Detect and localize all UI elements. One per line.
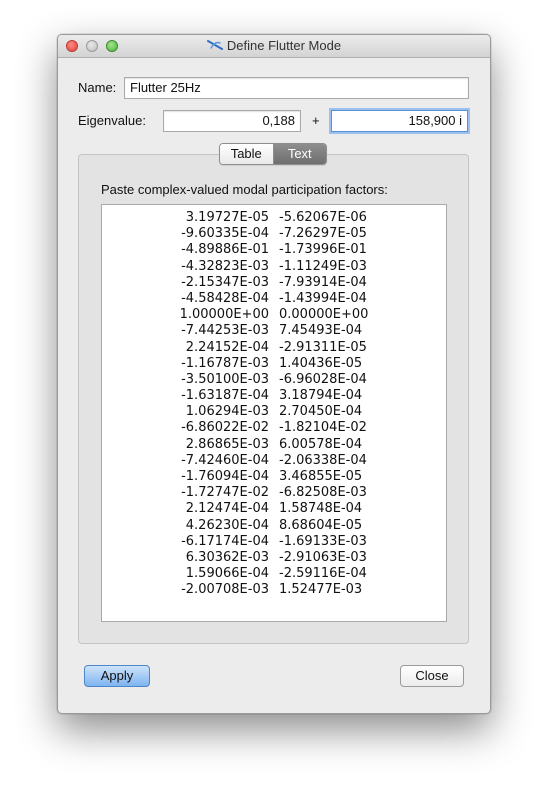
factor-real: -4.32823E-03 bbox=[181, 258, 269, 274]
factor-row: 6.30362E-03 -2.91063E-03 bbox=[102, 550, 446, 566]
factor-imag: 2.70450E-04 bbox=[279, 404, 363, 420]
eigenvalue-imag-field[interactable]: 158,900 i bbox=[331, 110, 468, 132]
factor-real: -2.00708E-03 bbox=[181, 582, 269, 598]
factor-real: -6.17174E-04 bbox=[181, 533, 269, 549]
paste-instruction: Paste complex-valued modal participation… bbox=[101, 182, 388, 197]
factor-row: 2.12474E-04 1.58748E-04 bbox=[102, 501, 446, 517]
factor-row: -6.86022E-02 -1.82104E-02 bbox=[102, 420, 446, 436]
factor-row: 1.59066E-04 -2.59116E-04 bbox=[102, 566, 446, 582]
factor-row: -4.32823E-03 -1.11249E-03 bbox=[102, 259, 446, 275]
factor-imag: -1.82104E-02 bbox=[279, 420, 367, 436]
factor-row: -1.72747E-02 -6.82508E-03 bbox=[102, 485, 446, 501]
factor-imag: -2.06338E-04 bbox=[279, 452, 367, 468]
factor-real: 2.12474E-04 bbox=[185, 501, 269, 517]
factor-imag: 3.18794E-04 bbox=[279, 388, 363, 404]
factor-row: -9.60335E-04 -7.26297E-05 bbox=[102, 226, 446, 242]
factor-real: -6.86022E-02 bbox=[181, 420, 269, 436]
factor-imag: 1.52477E-03 bbox=[279, 582, 363, 598]
factor-real: 1.00000E+00 bbox=[179, 307, 269, 323]
factor-rows: 3.19727E-05 -5.62067E-06 -9.60335E-04 -7.26… bbox=[102, 210, 446, 599]
factor-row: -2.15347E-03 -7.93914E-04 bbox=[102, 275, 446, 291]
factor-row: -3.50100E-03 -6.96028E-04 bbox=[102, 372, 446, 388]
tab-text[interactable]: Text bbox=[272, 144, 326, 164]
factor-real: 2.86865E-03 bbox=[185, 436, 269, 452]
factor-real: -4.58428E-04 bbox=[181, 290, 269, 306]
factor-imag: 3.46855E-05 bbox=[279, 469, 363, 484]
factor-imag: -2.59116E-04 bbox=[279, 566, 367, 582]
factor-row: -6.17174E-04 -1.69133E-03 bbox=[102, 534, 446, 550]
factor-imag: 0.00000E+00 bbox=[279, 307, 369, 323]
close-button[interactable]: Close bbox=[400, 665, 464, 687]
factor-imag: -6.82508E-03 bbox=[279, 485, 367, 501]
factor-row: -4.89886E-01 -1.73996E-01 bbox=[102, 242, 446, 258]
factor-imag: -1.11249E-03 bbox=[279, 258, 367, 274]
factor-real: -3.50100E-03 bbox=[181, 371, 269, 387]
factor-imag: -1.43994E-04 bbox=[279, 290, 367, 306]
factor-imag: -2.91063E-03 bbox=[279, 549, 367, 565]
factor-real: 4.26230E-04 bbox=[185, 517, 269, 533]
factor-real: -7.42460E-04 bbox=[181, 452, 269, 468]
eigenvalue-label: Eigenvalue: bbox=[78, 113, 146, 128]
factor-real: -9.60335E-04 bbox=[181, 226, 269, 242]
factor-real: 1.59066E-04 bbox=[185, 566, 269, 582]
factor-real: -1.76094E-04 bbox=[181, 469, 269, 484]
window-title-area: Define Flutter Mode bbox=[58, 35, 490, 57]
factor-real: 1.06294E-03 bbox=[185, 404, 269, 420]
factor-imag: -1.69133E-03 bbox=[279, 533, 367, 549]
factor-imag: 1.40436E-05 bbox=[279, 355, 363, 371]
factor-row: 4.26230E-04 8.68604E-05 bbox=[102, 518, 446, 534]
factor-real: 6.30362E-03 bbox=[185, 549, 269, 565]
factor-row: -1.63187E-04 3.18794E-04 bbox=[102, 388, 446, 404]
factor-real: -7.44253E-03 bbox=[181, 323, 269, 339]
name-label: Name: bbox=[78, 80, 117, 95]
factor-imag: -6.96028E-04 bbox=[279, 371, 367, 387]
factor-real: 2.24152E-04 bbox=[185, 339, 269, 355]
participation-factors-textarea[interactable]: 3.19727E-05 -5.62067E-06 -9.60335E-04 -7.26… bbox=[101, 204, 447, 622]
factor-row: -1.16787E-03 1.40436E-05 bbox=[102, 356, 446, 372]
tab-table[interactable]: Table bbox=[220, 144, 273, 164]
window-title: Define Flutter Mode bbox=[226, 38, 342, 53]
factor-imag: 1.58748E-04 bbox=[279, 501, 363, 517]
factor-row: 1.06294E-03 2.70450E-04 bbox=[102, 404, 446, 420]
title-bar: Define Flutter Mode bbox=[58, 35, 490, 58]
factor-real: -1.16787E-03 bbox=[181, 355, 269, 371]
factor-row: 2.86865E-03 6.00578E-04 bbox=[102, 437, 446, 453]
name-field[interactable]: Flutter 25Hz bbox=[124, 77, 469, 99]
factor-imag: -5.62067E-06 bbox=[279, 210, 367, 225]
eigenvalue-real-field[interactable]: 0,188 bbox=[163, 110, 301, 132]
plus-sign: + bbox=[312, 113, 320, 128]
factor-real: -1.63187E-04 bbox=[181, 388, 269, 404]
view-mode-segmented-control: Table Text bbox=[219, 143, 327, 165]
factor-real: -1.72747E-02 bbox=[181, 485, 269, 501]
factor-row: -1.76094E-04 3.46855E-05 bbox=[102, 469, 446, 485]
factor-row: 1.00000E+00 0.00000E+00 bbox=[102, 307, 446, 323]
flutter-mode-icon bbox=[206, 40, 223, 50]
factor-row: -4.58428E-04 -1.43994E-04 bbox=[102, 291, 446, 307]
factor-imag: -7.93914E-04 bbox=[279, 274, 367, 290]
factor-row: -2.00708E-03 1.52477E-03 bbox=[102, 582, 446, 598]
factor-row: 3.19727E-05 -5.62067E-06 bbox=[102, 210, 446, 226]
factor-real: -2.15347E-03 bbox=[181, 274, 269, 290]
apply-button[interactable]: Apply bbox=[84, 665, 150, 687]
factor-imag: -2.91311E-05 bbox=[279, 339, 367, 355]
factor-imag: -1.73996E-01 bbox=[279, 242, 367, 258]
factor-imag: 7.45493E-04 bbox=[279, 323, 363, 339]
factor-imag: 8.68604E-05 bbox=[279, 517, 363, 533]
define-flutter-mode-window: Define Flutter Mode Name: Flutter 25Hz E… bbox=[57, 34, 491, 714]
factor-row: -7.42460E-04 -2.06338E-04 bbox=[102, 453, 446, 469]
factor-row: 2.24152E-04 -2.91311E-05 bbox=[102, 340, 446, 356]
factor-row: -7.44253E-03 7.45493E-04 bbox=[102, 323, 446, 339]
factor-imag: 6.00578E-04 bbox=[279, 436, 363, 452]
factor-real: 3.19727E-05 bbox=[185, 210, 269, 225]
factor-imag: -7.26297E-05 bbox=[279, 226, 367, 242]
factor-real: -4.89886E-01 bbox=[181, 242, 269, 258]
